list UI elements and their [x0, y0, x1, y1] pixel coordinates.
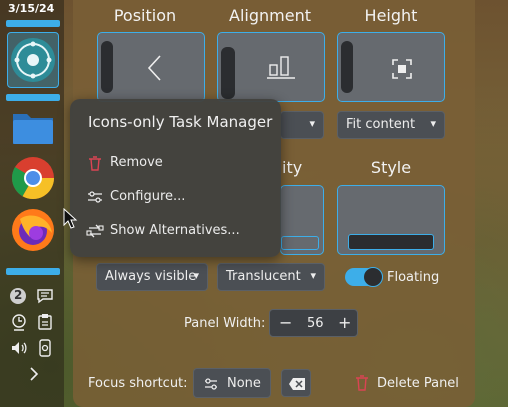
height-preview-bar: [341, 41, 353, 93]
menu-item-remove[interactable]: Remove: [82, 149, 270, 177]
firefox-icon: [12, 209, 54, 251]
visibility-dropdown-value: Always visible: [105, 269, 197, 284]
clipboard-icon[interactable]: [36, 313, 54, 331]
opacity-preview-bar: [281, 236, 319, 250]
delete-panel-label: Delete Panel: [377, 376, 459, 391]
height-dropdown-value: Fit content: [346, 117, 416, 132]
device-connect-icon[interactable]: [36, 339, 54, 357]
panel-accent-bar-bottom: [6, 268, 60, 275]
menu-item-show-alternatives[interactable]: Show Alternatives...: [82, 217, 270, 245]
opacity-dropdown[interactable]: Translucent ▾: [217, 263, 325, 291]
mouse-cursor-icon: [63, 208, 78, 229]
trash-icon: [89, 156, 101, 171]
launcher-icon: [11, 38, 55, 82]
panel-width-spinbox[interactable]: − 56 +: [269, 309, 358, 337]
opacity-dropdown-value: Translucent: [226, 269, 301, 284]
alignment-preview-bar: [221, 47, 235, 99]
alternatives-icon: [86, 224, 104, 238]
chevron-down-icon: ▾: [310, 269, 316, 282]
left-panel: 3/15/24 2: [0, 0, 64, 407]
minus-icon[interactable]: −: [279, 313, 292, 332]
notification-count-badge[interactable]: 2: [9, 287, 27, 305]
configure-icon: [88, 191, 102, 203]
folder-icon: [13, 114, 53, 144]
opacity-card[interactable]: [280, 185, 324, 255]
menu-item-label: Configure...: [110, 189, 186, 204]
floating-toggle[interactable]: [345, 267, 383, 287]
panel-accent-bar-top: [6, 20, 60, 27]
firefox-task[interactable]: [10, 207, 56, 253]
menu-item-label: Show Alternatives...: [110, 223, 240, 238]
floating-label: Floating: [387, 270, 440, 285]
shortcut-configure-icon: [205, 378, 217, 390]
alignment-dropdown[interactable]: ▾: [280, 111, 324, 139]
menu-item-label: Remove: [110, 155, 163, 170]
notification-count: 2: [14, 288, 23, 302]
chrome-icon: [11, 157, 55, 200]
visibility-dropdown[interactable]: Always visible ▾: [96, 263, 208, 291]
trash-icon: [356, 375, 368, 391]
date-label[interactable]: 3/15/24: [8, 2, 54, 15]
style-title: Style: [370, 158, 412, 177]
volume-icon[interactable]: [10, 339, 28, 357]
chrome-task[interactable]: [10, 155, 56, 201]
shortcut-button[interactable]: None: [193, 368, 271, 398]
focus-shortcut-label: Focus shortcut:: [88, 376, 188, 391]
chevron-down-icon: ▾: [193, 269, 199, 282]
expand-tray-icon[interactable]: [25, 365, 43, 383]
height-title: Height: [364, 6, 418, 25]
chevron-down-icon: ▾: [309, 117, 315, 130]
height-dropdown[interactable]: Fit content ▾: [337, 111, 445, 139]
context-menu-title: Icons-only Task Manager: [88, 113, 273, 131]
plus-icon[interactable]: +: [338, 313, 351, 332]
position-card[interactable]: [97, 32, 205, 102]
clear-shortcut-button[interactable]: [281, 369, 311, 397]
context-menu: Icons-only Task Manager Remove Configure…: [70, 99, 281, 257]
chevron-left-icon: [147, 55, 161, 81]
menu-item-configure[interactable]: Configure...: [82, 183, 270, 211]
position-preview-bar: [101, 41, 113, 93]
fit-content-icon: [392, 59, 412, 79]
alignment-card[interactable]: [217, 32, 325, 102]
panel-accent-bar-middle: [6, 94, 60, 101]
style-card[interactable]: [337, 185, 445, 255]
height-card[interactable]: [337, 32, 445, 102]
app-launcher-button[interactable]: [7, 32, 59, 88]
panel-width-label: Panel Width:: [184, 316, 266, 331]
align-bottom-icon: [267, 56, 295, 79]
clock-icon[interactable]: [10, 313, 28, 331]
position-title: Position: [113, 6, 177, 25]
chevron-down-icon: ▾: [430, 117, 436, 130]
alignment-title: Alignment: [229, 6, 311, 25]
chat-icon[interactable]: [36, 287, 54, 305]
shortcut-value: None: [227, 376, 261, 391]
style-preview-bar: [348, 234, 434, 250]
file-manager-task[interactable]: [10, 104, 56, 150]
visibility-title: ity: [282, 158, 303, 177]
delete-panel-button[interactable]: Delete Panel: [351, 370, 465, 396]
backspace-icon: [289, 378, 305, 390]
toggle-knob: [363, 267, 383, 287]
panel-width-value[interactable]: 56: [307, 316, 324, 331]
